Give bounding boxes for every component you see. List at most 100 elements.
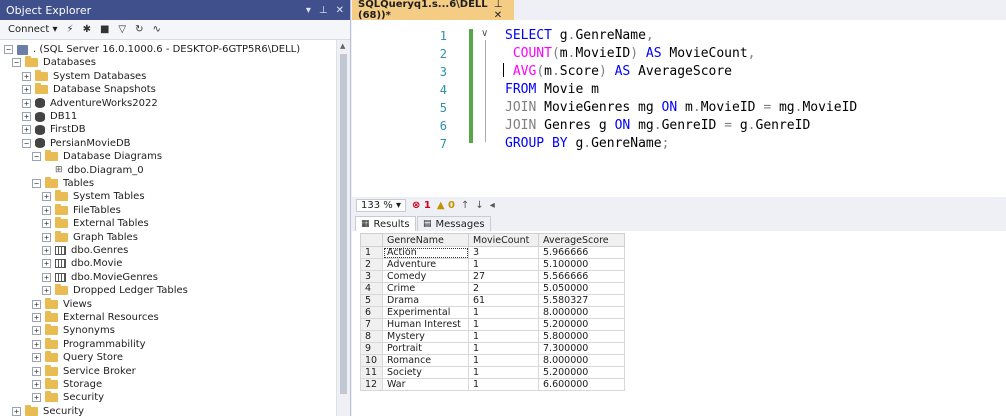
expand-icon[interactable]: + — [42, 259, 51, 269]
expand-icon[interactable]: + — [22, 85, 31, 95]
collapse-icon[interactable]: ∨ — [481, 28, 488, 39]
row-number[interactable]: 11 — [360, 366, 383, 379]
table-cell[interactable]: 5.200000 — [538, 318, 625, 331]
row-number[interactable]: 4 — [360, 282, 383, 295]
tab-results[interactable]: ▦ Results — [355, 216, 416, 231]
tab-sql-query[interactable]: SQLQueryq1.s...6\DELL (68))* ⊥ ✕ — [352, 0, 514, 21]
activity-icon[interactable]: ∿ — [153, 24, 161, 35]
tree-node-programmability[interactable]: + Programmability — [32, 337, 146, 351]
expand-icon[interactable]: + — [42, 232, 51, 242]
row-number[interactable]: 7 — [360, 318, 383, 331]
table-cell[interactable]: Comedy — [382, 270, 469, 283]
arrow-up-icon[interactable]: ↑ — [461, 200, 469, 211]
table-cell[interactable]: 7.300000 — [538, 342, 625, 355]
tree-node-synonyms[interactable]: + Synonyms — [32, 324, 115, 337]
table-row[interactable]: 9 Portrait 1 7.300000 — [360, 342, 625, 355]
row-number[interactable]: 5 — [360, 294, 383, 307]
table-cell[interactable]: 5.966666 — [538, 246, 625, 259]
results-grid[interactable]: GenreName MovieCount AverageScore 1 Actio… — [352, 231, 1006, 416]
collapse-icon[interactable]: − — [22, 138, 31, 148]
table-cell[interactable]: 5.200000 — [538, 366, 625, 379]
tree-node-databases[interactable]: − Databases — [12, 56, 96, 69]
expand-icon[interactable]: + — [42, 192, 51, 202]
table-row[interactable]: 12 War 1 6.600000 — [360, 378, 625, 391]
arrow-down-icon[interactable]: ↓ — [475, 200, 483, 211]
row-number[interactable]: 6 — [360, 306, 383, 319]
tab-close-icon[interactable]: ⊥ ✕ — [494, 0, 508, 21]
row-number[interactable]: 9 — [360, 342, 383, 355]
row-number[interactable]: 10 — [360, 354, 383, 367]
table-cell[interactable]: 5.580327 — [538, 294, 625, 307]
tree-node-adventureworks2022[interactable]: + AdventureWorks2022 — [22, 97, 158, 110]
table-cell[interactable]: Crime — [382, 282, 469, 295]
table-row[interactable]: 2 Adventure 1 5.100000 — [360, 258, 625, 271]
tree-node-system-databases[interactable]: + System Databases — [22, 69, 146, 83]
table-cell[interactable]: 1 — [468, 318, 539, 331]
table-row[interactable]: 1 Action 3 5.966666 — [360, 246, 625, 259]
arrow-left-icon[interactable]: ◂ — [490, 200, 495, 211]
code-line[interactable]: JOIN MovieGenres mg ON m.MovieID = mg.Mo… — [505, 100, 857, 115]
connect-button[interactable]: Connect ▾ — [8, 24, 58, 35]
expand-icon[interactable]: + — [32, 313, 41, 322]
filter-icon[interactable]: ▽ — [118, 24, 126, 35]
collapse-icon[interactable]: − — [32, 152, 41, 162]
row-number[interactable]: 12 — [360, 378, 383, 391]
tree-node-service-broker[interactable]: + Service Broker — [32, 364, 136, 378]
table-cell[interactable]: Mystery — [382, 330, 469, 343]
expand-icon[interactable]: + — [42, 219, 51, 229]
expand-icon[interactable]: + — [42, 286, 51, 296]
tree-node-query-store[interactable]: + Query Store — [32, 351, 123, 364]
sql-editor[interactable]: ∨ 1 SELECT g.GenreName, 2 COUNT(m.MovieID)… — [352, 20, 1006, 206]
tree-node-persianmoviedb[interactable]: − PersianMovieDB — [22, 137, 131, 150]
tree-node-security[interactable]: + Security — [12, 404, 84, 416]
table-row[interactable]: 6 Experimental 1 8.000000 — [360, 306, 625, 319]
expand-icon[interactable]: + — [22, 98, 31, 108]
tab-messages[interactable]: ▤ Messages — [417, 216, 491, 231]
code-line[interactable]: COUNT(m.MovieID) AS MovieCount, — [505, 46, 756, 61]
table-cell[interactable]: 61 — [468, 294, 539, 307]
object-explorer-scrollbar[interactable]: ▲ — [336, 40, 350, 416]
tree-node-dbo-diagram-0[interactable]: ⊞ dbo.Diagram_0 — [42, 164, 144, 177]
stop-icon[interactable]: ■ — [100, 24, 109, 35]
table-row[interactable]: 10 Romance 1 8.000000 — [360, 354, 625, 367]
expand-icon[interactable]: + — [32, 380, 41, 389]
expand-icon[interactable]: + — [32, 326, 41, 336]
collapse-icon[interactable]: − — [4, 45, 13, 54]
row-number[interactable]: 1 — [360, 246, 383, 259]
tree-node-dbo-genres[interactable]: + dbo.Genres — [42, 244, 128, 257]
column-header[interactable]: AverageScore — [538, 233, 625, 247]
table-cell[interactable]: 1 — [468, 258, 539, 271]
error-count[interactable]: ⊗ 1 — [412, 200, 431, 211]
table-cell[interactable]: 8.000000 — [538, 306, 625, 319]
tree-node-database-diagrams[interactable]: − Database Diagrams — [32, 150, 162, 163]
disconnect-icon[interactable]: ✱ — [83, 24, 91, 35]
table-cell[interactable]: 5.050000 — [538, 282, 625, 295]
table-cell[interactable]: Action — [382, 246, 469, 259]
column-header[interactable]: MovieCount — [468, 233, 539, 247]
tree-node-firstdb[interactable]: + FirstDB — [22, 123, 86, 136]
warning-count[interactable]: ▲ 0 — [437, 200, 455, 211]
collapse-icon[interactable]: − — [32, 179, 41, 188]
tree-node-dropped-ledger-tables[interactable]: + Dropped Ledger Tables — [42, 284, 188, 297]
table-cell[interactable]: 2 — [468, 282, 539, 295]
code-line[interactable]: SELECT g.GenreName, — [505, 28, 654, 43]
tree-node-security-db[interactable]: + Security — [32, 391, 104, 404]
table-row[interactable]: 5 Drama 61 5.580327 — [360, 294, 625, 307]
tree-node-database-snapshots[interactable]: + Database Snapshots — [22, 83, 156, 96]
expand-icon[interactable]: + — [32, 366, 41, 376]
table-cell[interactable]: 27 — [468, 270, 539, 283]
table-row[interactable]: 4 Crime 2 5.050000 — [360, 282, 625, 295]
row-number-header[interactable] — [360, 233, 383, 247]
collapse-icon[interactable]: − — [12, 58, 21, 68]
zoom-select[interactable]: 133 % ▾ — [356, 198, 406, 212]
pin-icon[interactable]: ⊥ — [319, 5, 328, 16]
tree-node-dbo-moviegenres[interactable]: + dbo.MovieGenres — [42, 271, 158, 284]
tree-node-server[interactable]: − . (SQL Server 16.0.1000.6 - DESKTOP-6GT… — [4, 43, 300, 56]
table-cell[interactable]: 5.566666 — [538, 270, 625, 283]
table-cell[interactable]: 5.800000 — [538, 330, 625, 343]
table-row[interactable]: 11 Society 1 5.200000 — [360, 366, 625, 379]
table-cell[interactable]: 1 — [468, 330, 539, 343]
table-cell[interactable]: War — [382, 378, 469, 391]
table-cell[interactable]: 8.000000 — [538, 354, 625, 367]
close-icon[interactable]: ✕ — [336, 5, 344, 16]
